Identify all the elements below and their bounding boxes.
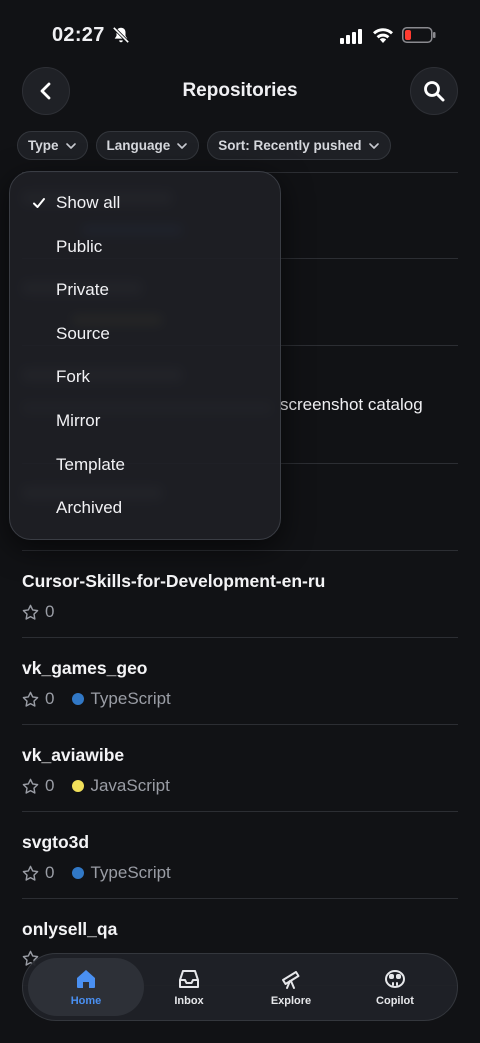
- menu-item-archived[interactable]: Archived: [10, 488, 280, 528]
- repo-name: Cursor-Skills-for-Development-en-ru: [22, 571, 326, 591]
- type-filter-label: Type: [28, 138, 59, 153]
- type-filter-chip[interactable]: Type: [17, 131, 88, 160]
- menu-item-label: Show all: [56, 193, 121, 212]
- tab-home-label: Home: [70, 995, 102, 1007]
- repo-meta: 0 JavaScript: [22, 776, 170, 796]
- status-time: 02:27: [52, 24, 105, 46]
- menu-item-show-all[interactable]: Show all: [10, 183, 280, 223]
- tab-home[interactable]: Home: [28, 958, 144, 1016]
- repo-meta: 0: [22, 602, 54, 622]
- menu-item-label: Archived: [56, 498, 123, 517]
- language-filter-label: Language: [106, 138, 171, 153]
- bell-off-icon: [112, 26, 130, 44]
- menu-item-public[interactable]: Public: [10, 227, 280, 267]
- tab-explore[interactable]: Explore: [233, 958, 349, 1016]
- tab-copilot-label: Copilot: [376, 995, 414, 1007]
- menu-item-private[interactable]: Private: [10, 270, 280, 310]
- star-count: 0: [45, 602, 55, 621]
- tab-explore-label: Explore: [270, 995, 312, 1007]
- chevron-down-icon: [177, 142, 188, 149]
- list-item[interactable]: svgto3d 0 TypeScript: [22, 811, 458, 898]
- language-color-dot: [72, 693, 85, 705]
- inbox-icon: [179, 970, 199, 988]
- star-count: 0: [45, 689, 55, 708]
- menu-item-mirror[interactable]: Mirror: [10, 401, 280, 441]
- menu-item-source[interactable]: Source: [10, 314, 280, 354]
- repo-language: JavaScript: [90, 776, 170, 795]
- bottom-tab-bar: Home Inbox Explore Copilot: [22, 953, 458, 1021]
- star-icon: [22, 865, 39, 881]
- list-item[interactable]: vk_aviawibe 0 JavaScript: [22, 724, 458, 811]
- star-count: 0: [45, 776, 55, 795]
- language-color-dot: [72, 780, 85, 792]
- chevron-down-icon: [65, 142, 76, 149]
- repo-language: TypeScript: [90, 689, 171, 708]
- repo-name: onlysell_qa: [22, 919, 118, 939]
- copilot-icon: [385, 970, 405, 988]
- repo-language: TypeScript: [90, 863, 171, 882]
- filter-bar: Type Language Sort: Recently pushed: [17, 131, 391, 160]
- repo-meta: 0 TypeScript: [22, 689, 171, 709]
- repo-description-partial: screenshot catalog: [280, 395, 423, 414]
- sort-filter-label: Sort: Recently pushed: [218, 138, 362, 153]
- menu-item-label: Source: [56, 324, 110, 343]
- menu-item-label: Fork: [56, 367, 90, 386]
- tab-inbox-label: Inbox: [174, 995, 204, 1007]
- battery-icon: [402, 27, 436, 43]
- menu-item-label: Private: [56, 280, 109, 299]
- home-icon: [77, 970, 95, 988]
- search-icon: [424, 81, 445, 102]
- status-bar: 02:27: [0, 0, 480, 70]
- menu-item-label: Mirror: [56, 411, 101, 430]
- telescope-icon: [282, 971, 300, 989]
- cellular-signal-icon: [340, 29, 362, 44]
- language-filter-chip[interactable]: Language: [95, 131, 200, 160]
- star-icon: [22, 778, 39, 794]
- menu-item-label: Template: [56, 455, 125, 474]
- star-icon: [22, 604, 39, 620]
- sort-filter-chip[interactable]: Sort: Recently pushed: [207, 131, 391, 160]
- language-color-dot: [72, 867, 85, 879]
- star-count: 0: [45, 863, 55, 882]
- checkmark-icon: [33, 198, 45, 208]
- search-button[interactable]: [410, 67, 458, 115]
- type-filter-menu: Show all Public Private Source Fork Mirr…: [9, 171, 281, 540]
- star-icon: [22, 691, 39, 707]
- tab-inbox[interactable]: Inbox: [131, 958, 247, 1016]
- menu-item-template[interactable]: Template: [10, 445, 280, 485]
- repo-name: vk_aviawibe: [22, 745, 125, 765]
- menu-item-fork[interactable]: Fork: [10, 357, 280, 397]
- list-item[interactable]: Cursor-Skills-for-Development-en-ru 0: [22, 550, 458, 637]
- repo-name: vk_games_geo: [22, 658, 148, 678]
- menu-item-label: Public: [56, 237, 103, 256]
- repo-meta: 0 TypeScript: [22, 863, 171, 883]
- page-title: Repositories: [182, 80, 298, 101]
- chevron-down-icon: [368, 142, 379, 149]
- list-item[interactable]: vk_games_geo 0 TypeScript: [22, 637, 458, 724]
- tab-copilot[interactable]: Copilot: [337, 958, 453, 1016]
- repo-name: svgto3d: [22, 832, 90, 852]
- wifi-icon: [373, 28, 393, 43]
